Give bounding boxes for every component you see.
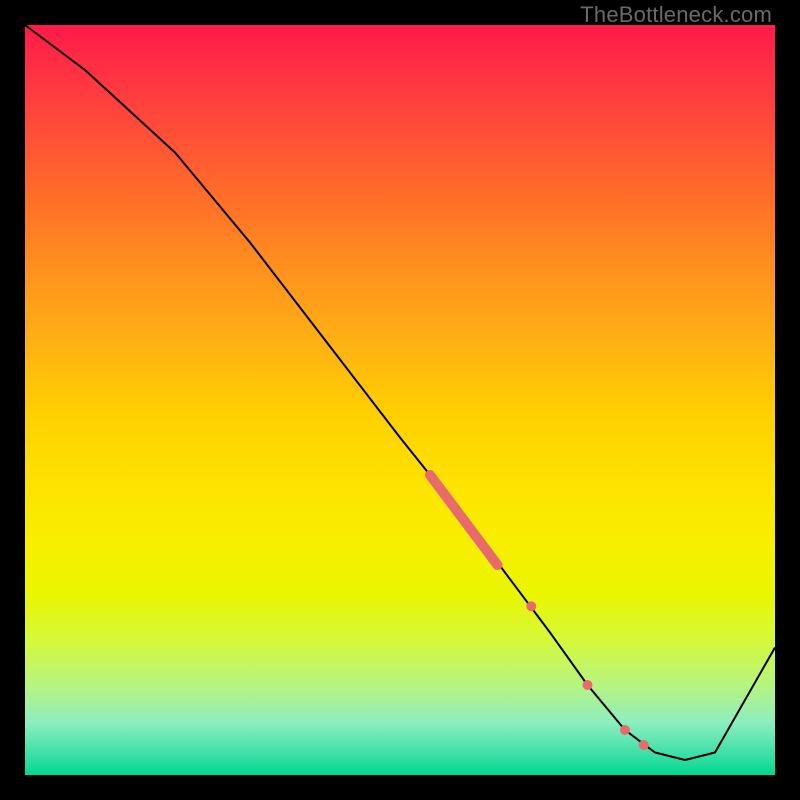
marker-dot-b	[583, 680, 593, 690]
line-layer	[25, 25, 775, 760]
chart-container: TheBottleneck.com	[0, 0, 800, 800]
marker-layer	[430, 475, 649, 750]
marker-thick-segment	[430, 475, 498, 565]
chart-svg	[25, 25, 775, 775]
series-bottleneck-curve	[25, 25, 775, 760]
marker-dot-d	[639, 740, 649, 750]
plot-area	[25, 25, 775, 775]
marker-dot-c	[620, 725, 630, 735]
marker-dot-a	[526, 601, 536, 611]
